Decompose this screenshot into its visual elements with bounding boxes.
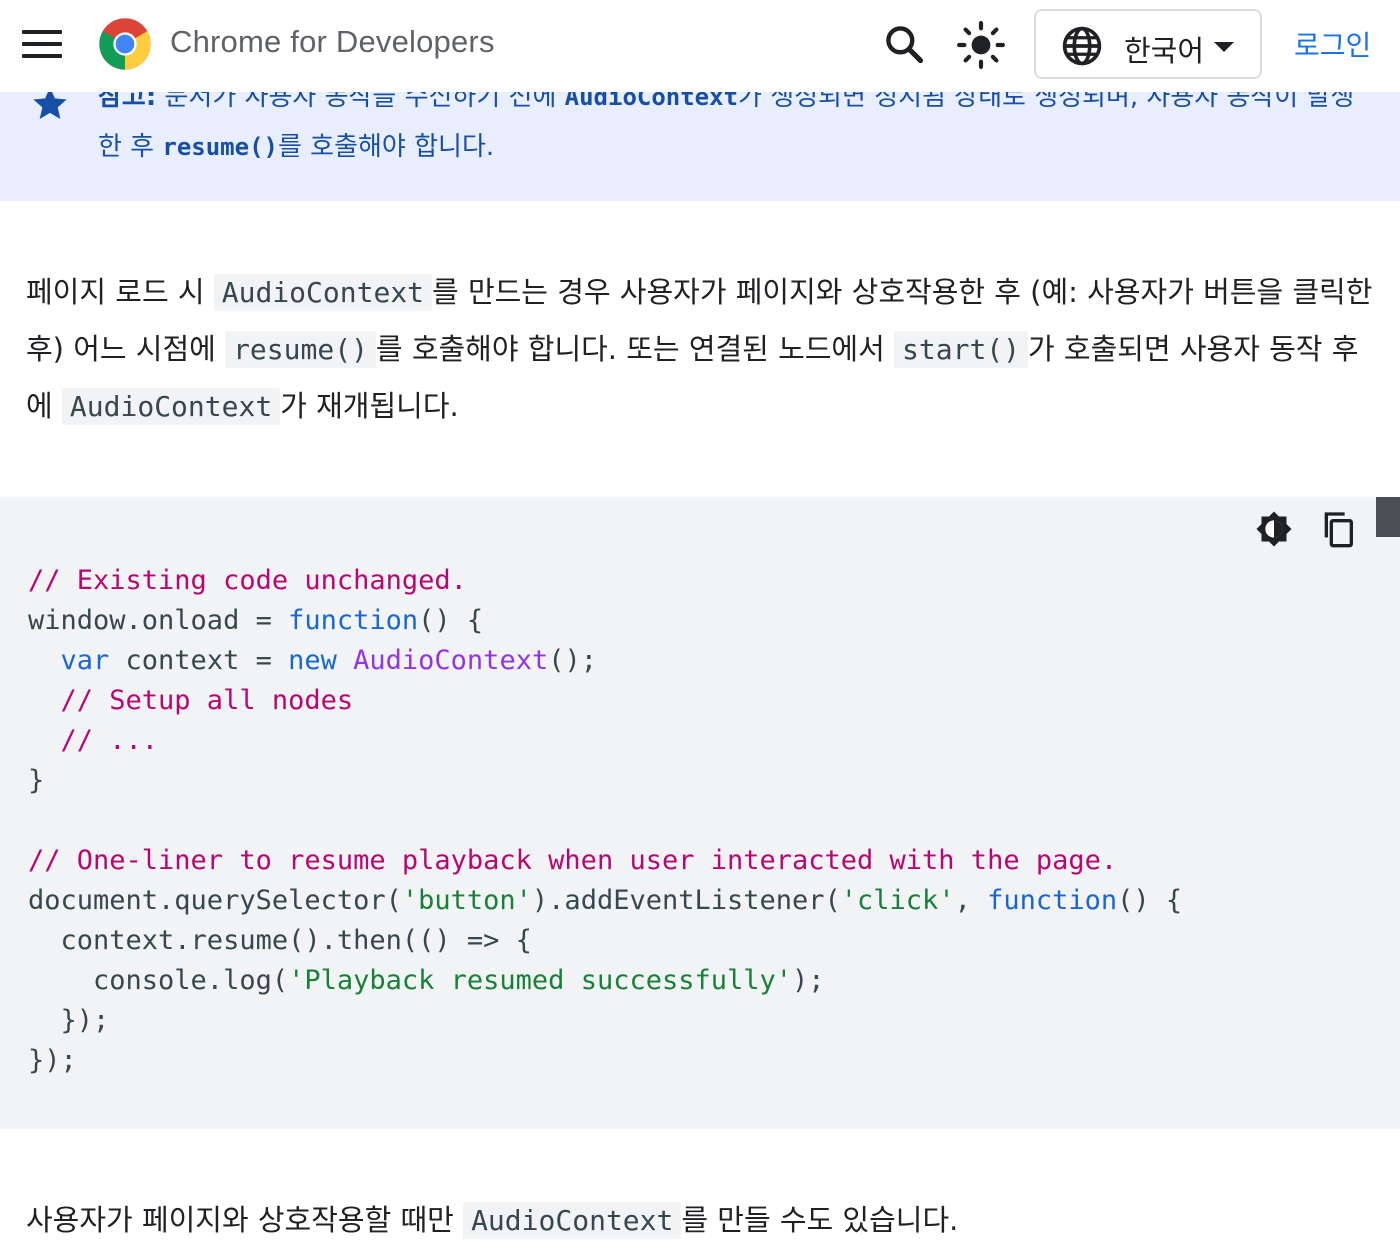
code-string: 'button': [401, 885, 532, 916]
code-listing: // Existing code unchanged. window.onloa…: [28, 561, 1182, 1081]
note-code: resume(): [162, 133, 278, 161]
note-line-1: 참고: 문서가 사용자 동작을 수신하기 전에 AudioContext가 생성…: [98, 92, 1354, 113]
inline-code: AudioContext: [61, 388, 281, 425]
body-paragraph: 페이지 로드 시 AudioContext 를 만드는 경우 사용자가 페이지와 …: [26, 264, 1376, 435]
code-text: document.querySelector(: [28, 885, 402, 916]
code-text: ).addEventListener(: [531, 885, 841, 916]
code-comment: // Setup all nodes: [28, 685, 354, 716]
side-panel-handle[interactable]: [1376, 497, 1400, 537]
code-text: ,: [954, 885, 988, 916]
code-text: window.onload =: [28, 605, 289, 636]
code-text: ();: [548, 645, 597, 676]
note-label: 참고:: [98, 92, 157, 112]
chrome-logo-icon[interactable]: [97, 16, 153, 72]
star-icon: [33, 92, 67, 119]
code-keyword: function: [288, 605, 419, 636]
paragraph-text: 를 만들 수도 있습니다.: [681, 1203, 959, 1237]
chevron-down-icon: [1214, 42, 1234, 52]
code-text: }: [28, 765, 45, 796]
code-text: context =: [109, 645, 289, 676]
code-string: 'click': [840, 885, 955, 916]
note-callout: 참고: 문서가 사용자 동작을 수신하기 전에 AudioContext가 생성…: [0, 92, 1400, 201]
site-title[interactable]: Chrome for Developers: [170, 24, 495, 60]
code-comment: // One-liner to resume playback when use…: [28, 845, 1118, 876]
note-line-2: 한 후 resume()를 호출해야 합니다.: [98, 126, 494, 163]
code-keyword: var: [28, 645, 110, 676]
contrast-icon[interactable]: [1254, 509, 1294, 549]
sun-icon[interactable]: [956, 20, 1006, 70]
code-text: });: [28, 1045, 77, 1076]
paragraph-text: 를 호출해야 합니다. 또는 연결된 노드에서: [375, 332, 895, 366]
code-text: console.log(: [28, 965, 289, 996]
search-icon[interactable]: [882, 22, 926, 66]
language-select[interactable]: 한국어: [1034, 9, 1262, 79]
code-text: );: [792, 965, 825, 996]
code-text: });: [28, 1005, 110, 1036]
top-app-bar: Chrome for Developers 한국어 로그인: [0, 0, 1400, 92]
code-text: context.resume().then(() => {: [28, 925, 532, 956]
code-keyword: function: [987, 885, 1118, 916]
inline-code: start(): [894, 331, 1029, 368]
paragraph-text: 사용자가 페이지와 상호작용할 때만: [26, 1203, 464, 1237]
copy-icon[interactable]: [1318, 509, 1358, 549]
code-keyword: new: [288, 645, 337, 676]
code-class: AudioContext: [353, 645, 549, 676]
code-text: () {: [1117, 885, 1183, 916]
body-paragraph: 사용자가 페이지와 상호작용할 때만 AudioContext 를 만들 수도 있…: [26, 1192, 1376, 1249]
globe-icon: [1062, 26, 1102, 66]
code-comment: // Existing code unchanged.: [28, 565, 467, 596]
inline-code: AudioContext: [463, 1202, 682, 1239]
note-code: AudioContext: [564, 92, 739, 111]
hamburger-menu-icon[interactable]: [22, 30, 62, 58]
paragraph-text: 페이지 로드 시: [26, 275, 214, 309]
inline-code: AudioContext: [213, 274, 433, 311]
paragraph-text: 가 재개됩니다.: [280, 389, 459, 423]
language-label: 한국어: [1124, 34, 1205, 68]
note-text: 를 호출해야 합니다.: [277, 132, 495, 162]
code-block[interactable]: // Existing code unchanged. window.onloa…: [0, 497, 1400, 1129]
code-comment: // ...: [28, 725, 159, 756]
inline-code: resume(): [225, 331, 376, 368]
login-link[interactable]: 로그인: [1294, 24, 1371, 64]
note-text: 한 후: [98, 132, 163, 162]
code-string: 'Playback resumed successfully': [288, 965, 793, 996]
note-text: 문서가 사용자 동작을 수신하기 전에: [156, 92, 565, 112]
note-text: 가 생성되면 정지됨 상태로 생성되며, 사용자 동작이 발생: [738, 92, 1355, 112]
code-text: () {: [418, 605, 484, 636]
